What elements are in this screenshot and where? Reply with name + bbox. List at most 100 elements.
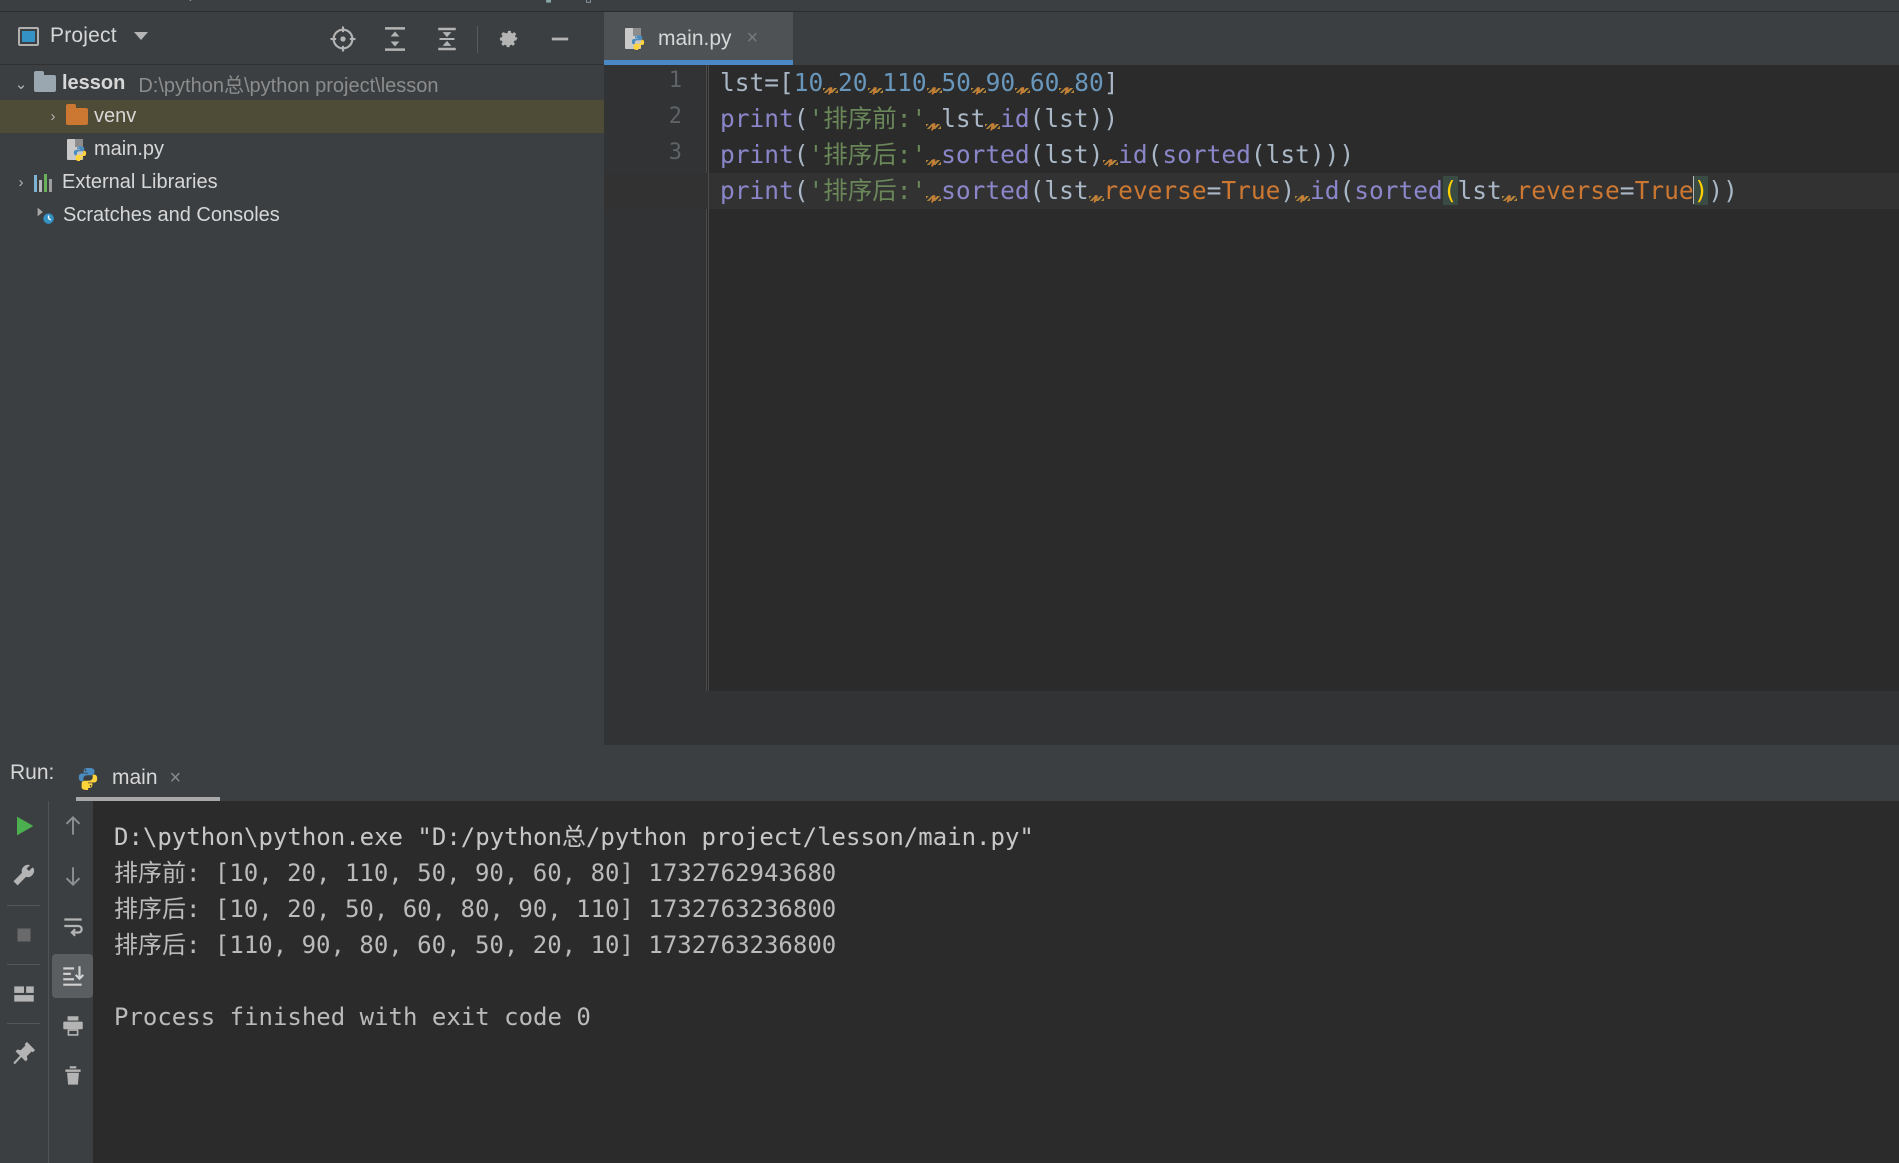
gutter-divider bbox=[708, 65, 709, 691]
toolbar-separator bbox=[7, 964, 40, 965]
project-tree: ⌄ lesson D:\python总\python project\lesso… bbox=[0, 65, 604, 232]
chevron-collapsed-icon[interactable]: › bbox=[8, 174, 34, 191]
console-line: D:\python\python.exe "D:/python总/python … bbox=[114, 823, 1034, 851]
tree-item-scratches[interactable]: Scratches and Consoles bbox=[0, 199, 604, 232]
project-tool-window: Project ⌄ lesson D:\python总\python proje… bbox=[0, 12, 604, 745]
layout-icon[interactable] bbox=[0, 969, 47, 1019]
tab-main-py[interactable]: main.py × bbox=[604, 12, 793, 65]
code-line-1[interactable]: lst=[10,20,110,50,90,60,80] bbox=[708, 65, 1899, 101]
collapse-all-glyph bbox=[438, 27, 456, 51]
toolbar-separator bbox=[7, 905, 40, 906]
scratches-glyph bbox=[37, 207, 54, 224]
python-icon bbox=[78, 768, 98, 790]
tree-item-external-libraries[interactable]: › External Libraries bbox=[0, 166, 604, 199]
run-tab-label: main bbox=[112, 766, 158, 789]
tree-item-path: D:\python总\python project\lesson bbox=[138, 75, 439, 97]
tab-label: main.py bbox=[658, 26, 732, 50]
minimize-icon[interactable] bbox=[534, 22, 586, 56]
scroll-to-end-icon[interactable] bbox=[49, 951, 96, 1001]
line-number-gutter: 1 2 3 4 bbox=[604, 65, 707, 691]
trash-glyph bbox=[64, 1066, 81, 1085]
window-toolbar-clipped: ⌄ ● ▮ ▯ bbox=[0, 0, 1899, 12]
run-icon[interactable] bbox=[0, 801, 47, 851]
tree-item-venv[interactable]: › venv bbox=[0, 100, 604, 133]
expand-all-glyph bbox=[385, 27, 405, 51]
stop-glyph bbox=[17, 928, 30, 942]
close-icon[interactable]: × bbox=[747, 27, 759, 50]
chevron-collapsed-icon[interactable]: › bbox=[40, 108, 66, 125]
line-number: 2 bbox=[668, 104, 682, 129]
gear-glyph bbox=[499, 30, 518, 48]
page-title: Project bbox=[50, 24, 117, 47]
code-line-2[interactable]: print('排序前:',lst,id(lst)) bbox=[708, 101, 1899, 137]
project-title-group[interactable]: Project bbox=[18, 24, 148, 48]
trash-icon[interactable] bbox=[49, 1051, 96, 1101]
collapse-all-icon[interactable] bbox=[421, 22, 473, 56]
console-line: 排序后: [110, 90, 80, 60, 50, 20, 10] 17327… bbox=[114, 931, 837, 959]
tree-indent-spacer: · bbox=[40, 141, 66, 158]
folder-orange-icon bbox=[66, 104, 88, 125]
scroll-to-end-glyph bbox=[62, 966, 84, 986]
run-tab-main[interactable]: main × bbox=[76, 755, 181, 801]
code-editor[interactable]: 1 2 3 4 lst=[10,20,110,50,90,60,80] prin… bbox=[604, 65, 1899, 745]
scratches-icon bbox=[34, 205, 57, 226]
run-left-toolbar bbox=[0, 801, 47, 1163]
line-number: 3 bbox=[668, 140, 682, 165]
code-content[interactable]: lst=[10,20,110,50,90,60,80] print('排序前:'… bbox=[604, 65, 1899, 691]
folder-icon bbox=[34, 71, 56, 92]
arrow-down-icon[interactable] bbox=[49, 851, 96, 901]
current-line-gutter-highlight bbox=[604, 173, 708, 209]
editor-tabbar: main.py × bbox=[604, 12, 1899, 65]
run-tool-window: Run: main × D:\python\python.exe "D:/pyt… bbox=[0, 745, 1899, 1163]
arrow-up-icon[interactable] bbox=[49, 801, 96, 851]
wrench-icon[interactable] bbox=[0, 851, 47, 901]
soft-wrap-icon[interactable] bbox=[49, 901, 96, 951]
code-line-4[interactable]: print('排序后:',sorted(lst,reverse=True),id… bbox=[604, 173, 1899, 209]
console-output[interactable]: D:\python\python.exe "D:/python总/python … bbox=[93, 801, 1899, 1163]
project-window-icon bbox=[18, 26, 39, 46]
soft-wrap-glyph bbox=[63, 918, 83, 937]
tree-item-main-py[interactable]: · main.py bbox=[0, 133, 604, 166]
python-logo-glyph bbox=[73, 145, 87, 161]
stop-icon[interactable] bbox=[0, 910, 47, 960]
line-number: 1 bbox=[668, 68, 682, 93]
arrow-up-glyph bbox=[65, 815, 80, 835]
run-glyph bbox=[16, 816, 33, 836]
pin-icon[interactable] bbox=[0, 1028, 47, 1078]
wrench-glyph bbox=[13, 864, 34, 886]
libraries-icon bbox=[34, 173, 56, 192]
minimize-glyph bbox=[551, 37, 569, 41]
toolbar-separator bbox=[7, 1023, 40, 1024]
close-icon[interactable]: × bbox=[170, 767, 182, 790]
arrow-down-glyph bbox=[65, 867, 80, 887]
pin-glyph bbox=[12, 1041, 35, 1065]
layout-glyph bbox=[13, 986, 34, 1002]
project-toolbar: Project bbox=[0, 12, 604, 65]
python-file-icon bbox=[66, 138, 88, 162]
print-icon[interactable] bbox=[49, 1001, 96, 1051]
run-body: D:\python\python.exe "D:/python总/python … bbox=[0, 801, 1899, 1163]
tree-item-label: venv bbox=[94, 105, 137, 127]
python-logo-glyph bbox=[631, 34, 645, 50]
tree-item-lesson[interactable]: ⌄ lesson D:\python总\python project\lesso… bbox=[0, 67, 604, 100]
project-toolbar-buttons bbox=[317, 22, 586, 56]
locate-target-glyph bbox=[330, 26, 356, 52]
tree-item-label: lesson bbox=[62, 72, 126, 94]
chevron-expanded-icon[interactable]: ⌄ bbox=[8, 75, 34, 93]
tree-item-label: main.py bbox=[94, 138, 165, 160]
editor-bottom-band bbox=[604, 691, 1899, 745]
tree-item-label: External Libraries bbox=[62, 171, 218, 193]
run-right-toolbar bbox=[48, 801, 93, 1163]
code-line-3[interactable]: print('排序后:',sorted(lst),id(sorted(lst))… bbox=[708, 137, 1899, 173]
locate-target-icon[interactable] bbox=[317, 22, 369, 56]
print-glyph bbox=[62, 1016, 83, 1036]
console-line: 排序前: [10, 20, 110, 50, 90, 60, 80] 17327… bbox=[114, 859, 837, 887]
tree-item-label: Scratches and Consoles bbox=[63, 204, 280, 226]
console-line: 排序后: [10, 20, 50, 60, 80, 90, 110] 17327… bbox=[114, 895, 837, 923]
gear-icon[interactable] bbox=[482, 22, 534, 56]
expand-all-icon[interactable] bbox=[369, 22, 421, 56]
python-file-icon bbox=[624, 27, 646, 51]
chevron-down-icon[interactable] bbox=[133, 32, 148, 40]
run-header: Run: main × bbox=[0, 745, 1899, 801]
run-window-label: Run: bbox=[10, 761, 55, 784]
